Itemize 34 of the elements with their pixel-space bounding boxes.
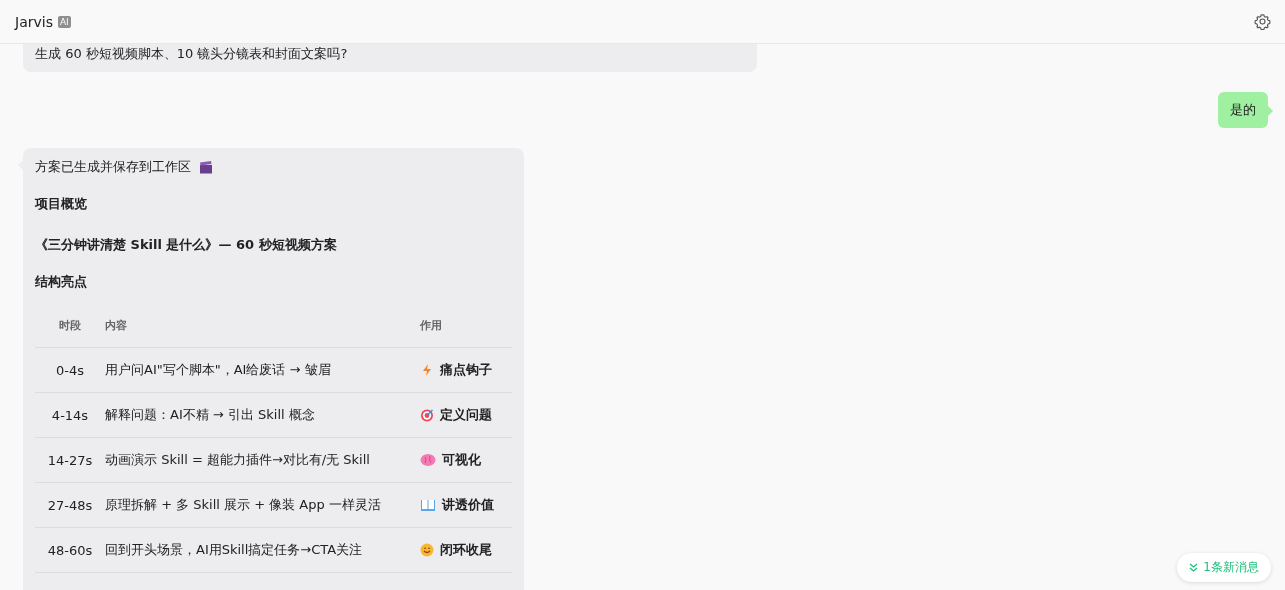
double-chevron-icon bbox=[1189, 563, 1199, 572]
column-header: 作用 bbox=[420, 318, 442, 332]
table-cell: 定义问题 bbox=[440, 406, 492, 424]
column-header: 内容 bbox=[105, 318, 127, 332]
table-cell: 讲透价值 bbox=[442, 496, 494, 514]
table-cell: 原理拆解 + 多 Skill 展示 + 像装 App 一样灵活 bbox=[105, 497, 381, 512]
ai-badge: AI bbox=[57, 15, 71, 28]
table-cell: 痛点钩子 bbox=[440, 361, 492, 379]
table-cell: 用户问AI"写个脚本"，AI给废话 → 皱眉 bbox=[105, 362, 331, 377]
target-icon bbox=[420, 408, 434, 422]
table-cell: 48-60s bbox=[47, 542, 93, 558]
table-cell: 动画演示 Skill = 超能力插件→对比有/无 Skill bbox=[105, 452, 370, 467]
table-cell: 可视化 bbox=[442, 451, 481, 469]
section-heading: 项目概览 bbox=[35, 195, 88, 213]
lightning-icon bbox=[420, 363, 434, 377]
table-cell: 4-14s bbox=[51, 407, 89, 423]
table-cell: 27-48s bbox=[47, 497, 93, 513]
plan-title: 《三分钟讲清楚 Skill 是什么》— 60 秒短视频方案 bbox=[35, 236, 338, 254]
table-cell: 回到开头场景，AI用Skill搞定任务→CTA关注 bbox=[105, 542, 363, 557]
table-cell: 解释问题：AI不精 → 引出 Skill 概念 bbox=[105, 407, 315, 422]
settings-icon[interactable] bbox=[1254, 13, 1271, 30]
new-messages-button[interactable]: 1条新消息 bbox=[1177, 553, 1271, 582]
message-text: 方案已生成并保存到工作区 bbox=[35, 158, 191, 176]
table-cell: 0-4s bbox=[56, 362, 84, 378]
clapperboard-icon bbox=[199, 160, 213, 174]
book-icon bbox=[420, 498, 436, 512]
column-header: 时段 bbox=[59, 318, 81, 332]
table-cell: 14-27s bbox=[47, 452, 93, 468]
table-cell: 闭环收尾 bbox=[440, 541, 492, 559]
bubble-tail bbox=[1268, 106, 1273, 116]
smiley-icon bbox=[420, 543, 434, 557]
app-title: Jarvis bbox=[15, 13, 53, 30]
section-heading: 结构亮点 bbox=[35, 273, 88, 291]
bot-message: 生成 60 秒短视频脚本、10 镜头分镜表和封面文案吗? bbox=[23, 44, 757, 72]
